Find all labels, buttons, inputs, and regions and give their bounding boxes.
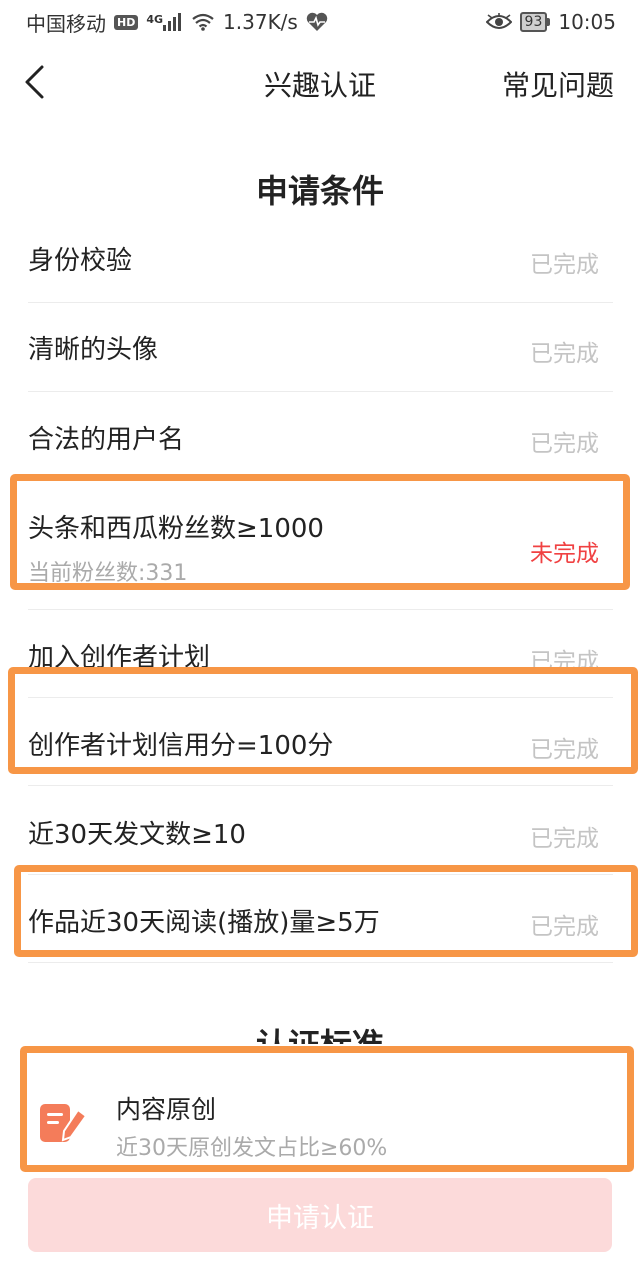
condition-row: 近30天发文数≥10 已完成 bbox=[28, 786, 613, 875]
condition-row: 合法的用户名 已完成 bbox=[28, 392, 613, 480]
condition-status: 未完成 bbox=[530, 541, 599, 567]
battery-icon: 93 bbox=[519, 12, 551, 32]
battery-cap bbox=[547, 18, 551, 26]
nav-bar: 兴趣认证 常见问题 bbox=[0, 52, 640, 112]
condition-status: 已完成 bbox=[530, 737, 599, 763]
follower-count-text: 当前粉丝数:331 bbox=[28, 561, 188, 586]
condition-label: 身份校验 bbox=[28, 246, 133, 276]
status-right: 93 10:05 bbox=[485, 10, 616, 34]
status-bar: 中国移动 HD 4G 1.37K/s 93 10:05 bbox=[0, 0, 640, 44]
condition-label: 加入创作者计划 bbox=[28, 643, 211, 673]
signal-icon: 4G bbox=[146, 13, 183, 31]
wifi-icon bbox=[191, 13, 215, 31]
condition-label: 创作者计划信用分=100分 bbox=[28, 731, 334, 761]
condition-label: 头条和西瓜粉丝数≥1000 bbox=[28, 514, 324, 544]
battery-level: 93 bbox=[519, 12, 548, 32]
condition-status: 已完成 bbox=[530, 649, 599, 675]
apply-certification-button[interactable]: 申请认证 bbox=[28, 1178, 612, 1252]
condition-row: 作品近30天阅读(播放)量≥5万 已完成 bbox=[28, 875, 613, 963]
document-edit-icon bbox=[40, 1104, 88, 1142]
conditions-title: 申请条件 bbox=[255, 172, 384, 210]
condition-label: 作品近30天阅读(播放)量≥5万 bbox=[28, 908, 380, 938]
standard-desc: 近30天原创发文占比≥60% bbox=[116, 1136, 388, 1161]
clock-text: 10:05 bbox=[558, 10, 616, 34]
network-speed: 1.37K/s bbox=[223, 10, 298, 34]
condition-status: 已完成 bbox=[530, 826, 599, 852]
condition-row: 清晰的头像 已完成 bbox=[28, 303, 613, 392]
condition-row: 身份校验 已完成 bbox=[28, 216, 613, 303]
condition-label: 近30天发文数≥10 bbox=[28, 820, 246, 850]
condition-status: 已完成 bbox=[530, 341, 599, 367]
condition-row: 创作者计划信用分=100分 已完成 bbox=[28, 698, 613, 786]
condition-label: 合法的用户名 bbox=[28, 425, 185, 455]
faq-link[interactable]: 常见问题 bbox=[502, 64, 614, 104]
network-type: 4G bbox=[146, 13, 164, 26]
condition-label: 清晰的头像 bbox=[28, 335, 159, 365]
condition-status: 已完成 bbox=[530, 914, 599, 940]
hd-badge: HD bbox=[114, 14, 139, 30]
condition-row: 加入创作者计划 已完成 bbox=[28, 610, 613, 698]
eye-icon bbox=[485, 13, 512, 31]
heart-rate-icon bbox=[306, 12, 328, 32]
standard-title: 内容原创 bbox=[116, 1095, 217, 1124]
status-left: 中国移动 HD 4G 1.37K/s bbox=[26, 8, 328, 37]
condition-status: 已完成 bbox=[530, 431, 599, 457]
condition-status: 已完成 bbox=[530, 252, 599, 278]
condition-row: 头条和西瓜粉丝数≥1000 当前粉丝数:331 未完成 bbox=[28, 480, 613, 610]
carrier-text: 中国移动 bbox=[26, 11, 106, 36]
standards-title: 认证标准 bbox=[0, 1020, 640, 1044]
standard-card: 内容原创 近30天原创发文占比≥60% bbox=[28, 1060, 613, 1170]
